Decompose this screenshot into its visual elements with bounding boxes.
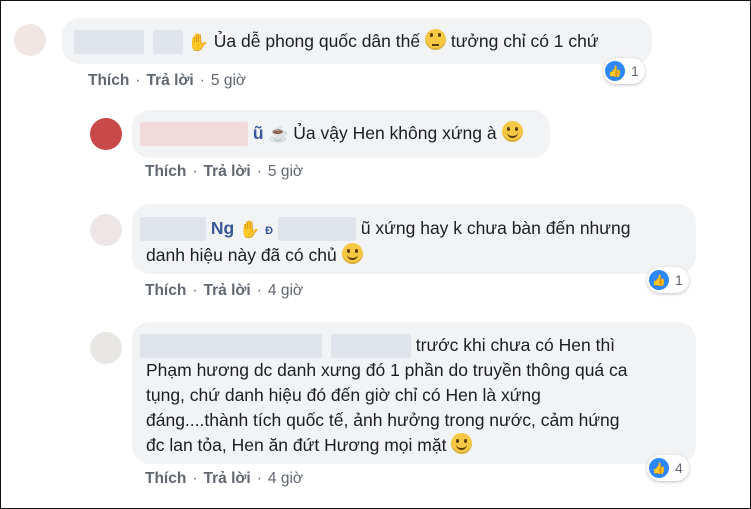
comment-line: danh hiệu này đã có chủ [146, 245, 337, 265]
comment-actions: Thích · Trả lời · 5 giờ [88, 72, 247, 89]
reply-link[interactable]: Trả lời [204, 282, 251, 299]
smiling-face-emoji-icon [341, 243, 363, 264]
avatar[interactable] [14, 24, 46, 56]
avatar[interactable] [90, 332, 122, 364]
like-icon: 👍 [649, 458, 669, 478]
comment-text: ũ ☕ Ủa vậy Hen không xứng à [140, 121, 523, 147]
wave-hand-icon: ✋ [187, 33, 209, 52]
comment-time[interactable]: 4 giờ [268, 282, 303, 299]
comment-text: trước khi chưa có Hen thì [140, 333, 616, 359]
comment-text: đc lan tỏa, Hen ăn đứt Hương mọi mặt [146, 433, 473, 458]
comment-line: đc lan tỏa, Hen ăn đứt Hương mọi mặt [146, 435, 447, 455]
author-name-mark: Đ [265, 225, 274, 237]
comment-text: Phạm hương dc danh xưng đó 1 phần do tru… [146, 358, 628, 383]
comment-time[interactable]: 4 giờ [268, 470, 303, 487]
comment-actions: Thích · Trả lời · 4 giờ [145, 470, 304, 487]
comment-text: đáng....thành tích quốc tế, ảnh hưởng tr… [146, 408, 620, 433]
comment-line: tưởng chỉ có 1 chứ [450, 31, 599, 51]
comment-line: Phạm hương dc danh xưng đó 1 phần do tru… [146, 360, 628, 380]
comment-text: ✋ Ủa dễ phong quốc dân thế tưởng chỉ có … [74, 29, 599, 55]
comment-text: tụng, chứ danh hiệu đó đến giờ chỉ có He… [146, 383, 541, 408]
comment-line: trước khi chưa có Hen thì [415, 335, 616, 355]
coffee-cup-icon: ☕ [268, 126, 289, 143]
reaction-badge[interactable]: 👍 1 [603, 58, 645, 84]
reply-link[interactable]: Trả lời [204, 470, 251, 487]
reaction-count: 4 [675, 460, 683, 476]
like-link[interactable]: Thích [88, 72, 129, 89]
reaction-count: 1 [631, 63, 639, 79]
rolling-eyes-emoji-icon [424, 29, 446, 50]
wave-hand-icon: ✋ [239, 220, 261, 239]
comment-line: Ủa vậy Hen không xứng à [293, 123, 497, 143]
author-name-tail[interactable]: ũ [253, 123, 264, 143]
smiling-face-emoji-icon [501, 121, 523, 142]
comment-time[interactable]: 5 giờ [268, 163, 303, 180]
blurred-name[interactable] [140, 122, 248, 147]
blurred-name[interactable] [74, 30, 144, 55]
comment-line: ũ xứng hay k chưa bàn đến nhưng [360, 218, 631, 238]
like-icon: 👍 [605, 61, 625, 81]
comment-actions: Thích · Trả lời · 4 giờ [145, 282, 304, 299]
comment-text: Ng ✋ Đ ũ xứng hay k chưa bàn đến nhưng [140, 216, 630, 244]
blurred-name[interactable] [140, 217, 206, 242]
like-link[interactable]: Thích [145, 470, 186, 487]
blurred-name[interactable] [152, 30, 183, 55]
reply-link[interactable]: Trả lời [204, 163, 251, 180]
smiling-face-emoji-icon [451, 433, 473, 454]
comment-actions: Thích · Trả lời · 5 giờ [145, 163, 304, 180]
comment-time[interactable]: 5 giờ [211, 72, 246, 89]
reaction-badge[interactable]: 👍 4 [647, 455, 689, 481]
reaction-count: 1 [675, 272, 683, 288]
blurred-name[interactable] [140, 334, 322, 359]
comment-line: Ủa dễ phong quốc dân thế [213, 31, 421, 51]
comment-line: đáng....thành tích quốc tế, ảnh hưởng tr… [146, 410, 620, 430]
like-icon: 👍 [649, 270, 669, 290]
author-name-tail[interactable]: Ng [211, 218, 234, 238]
like-link[interactable]: Thích [145, 163, 186, 180]
like-link[interactable]: Thích [145, 282, 186, 299]
reply-link[interactable]: Trả lời [147, 72, 194, 89]
avatar[interactable] [90, 214, 122, 246]
avatar[interactable] [90, 118, 122, 150]
comment-text: danh hiệu này đã có chủ [146, 243, 363, 268]
blurred-name[interactable] [277, 217, 356, 242]
reaction-badge[interactable]: 👍 1 [647, 267, 689, 293]
blurred-name[interactable] [330, 334, 411, 359]
comment-line: tụng, chứ danh hiệu đó đến giờ chỉ có He… [146, 385, 541, 405]
